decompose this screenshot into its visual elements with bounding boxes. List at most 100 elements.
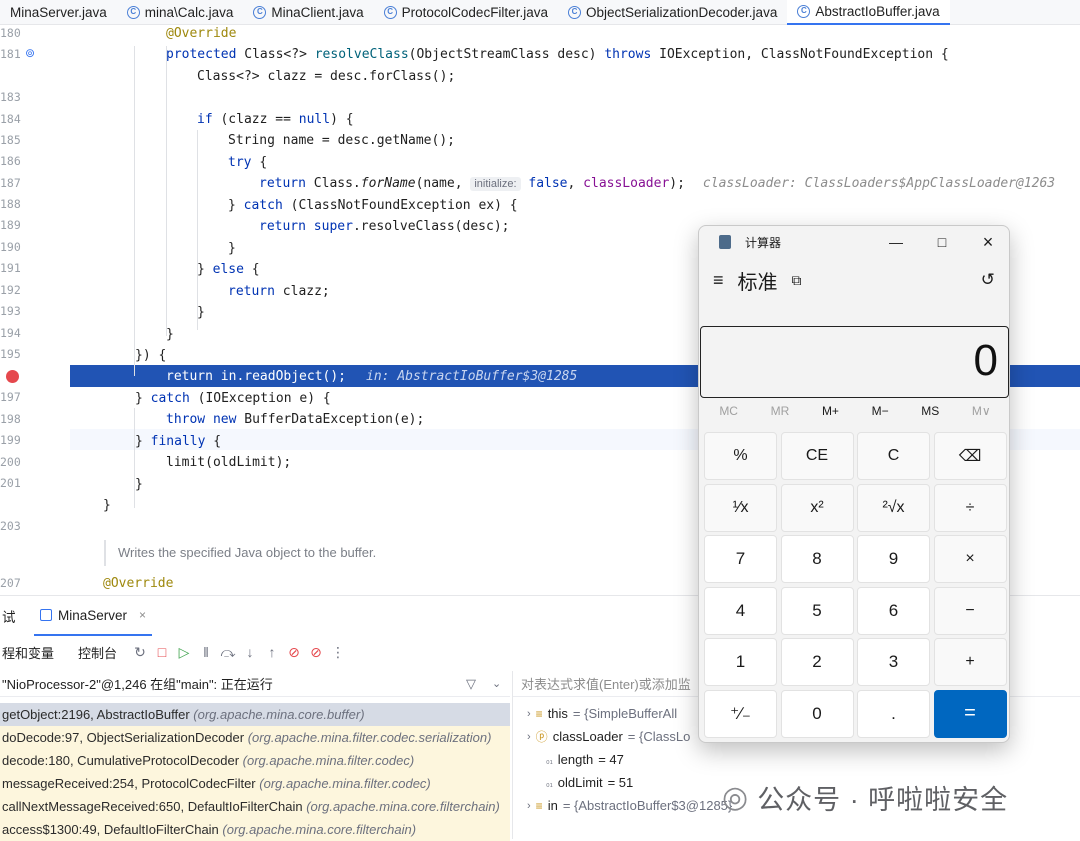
memory-subtract-button[interactable]: M− [872,404,889,426]
run-config-tab[interactable]: MinaServer × [34,596,153,636]
override-method-icon[interactable]: ⊚ [25,46,35,60]
stack-frame[interactable]: decode:180, CumulativeProtocolDecoder (o… [0,749,510,772]
filter-icon[interactable]: ▽ [466,676,492,692]
calc-key[interactable]: 4 [704,586,777,635]
mute-breakpoints-icon[interactable]: ⊘ [305,641,327,663]
keyword: super [313,219,353,234]
more-icon[interactable]: ⋮ [327,641,349,663]
chevron-right-icon[interactable]: › [527,800,531,812]
calc-key[interactable]: x² [780,483,854,532]
stack-frame[interactable]: messageReceived:254, ProtocolCodecFilter… [0,772,510,795]
variable-value: = 47 [598,752,624,767]
line-number: 190 [0,240,21,254]
calc-key[interactable]: − [933,586,1007,635]
memory-add-button[interactable]: M+ [822,404,839,426]
calc-key[interactable]: 8 [780,535,854,583]
calc-key[interactable]: 5 [780,586,854,635]
calc-key[interactable]: 1 [704,638,777,686]
tab-objectserializationdecoder[interactable]: C ObjectSerializationDecoder.java [558,0,787,25]
line-number: 192 [0,283,21,297]
calculator-titlebar[interactable]: 计算器 — □ × [699,226,1009,258]
keep-on-top-icon[interactable]: ⧉ [792,272,802,289]
stop-icon[interactable]: □ [151,641,173,663]
tab-label: ProtocolCodecFilter.java [401,5,548,20]
watermark: ◎ 公众号 · 呼啦啦安全 [722,778,1008,817]
close-icon[interactable]: × [139,608,146,622]
calc-key[interactable]: × [933,535,1007,583]
frame-method: decode:180, CumulativeProtocolDecoder [2,753,240,768]
menu-icon[interactable]: ≡ [713,270,724,291]
tab-abstractiobuffer[interactable]: C AbstractIoBuffer.java [787,0,950,25]
calc-key[interactable]: % [704,432,777,480]
keyword: null [298,112,331,127]
calc-key[interactable]: 3 [857,638,930,686]
code-token: return in.readObject(); [166,369,347,384]
calc-key[interactable]: 7 [704,535,777,583]
calc-key[interactable]: ⁺∕₋ [704,689,777,738]
pause-icon[interactable]: ‖ [195,641,217,663]
memory-recall-button[interactable]: MR [771,404,790,426]
annotation: @Override [103,576,174,591]
calc-key[interactable]: ²√x [857,483,930,532]
variable-value: = {ClassLo [627,729,691,744]
calc-key[interactable]: 9 [857,535,930,583]
step-out-icon[interactable]: ↑ [261,641,283,663]
memory-store-button[interactable]: MS [921,404,939,426]
step-over-icon[interactable]: ⤼ [217,641,239,663]
code-token: (IOException e) { [197,391,331,406]
calculator-app-icon [719,235,731,249]
calc-key[interactable]: . [857,689,930,738]
memory-list-button[interactable]: M∨ [972,404,991,426]
calc-key[interactable]: ÷ [933,483,1007,532]
keyword: throw new [166,412,245,427]
step-into-icon[interactable]: ↓ [239,641,261,663]
resume-icon[interactable]: ▷ [173,641,195,663]
calc-key[interactable]: = [933,689,1007,738]
calc-key[interactable]: 0 [780,689,854,738]
tab-minaclient[interactable]: C MinaClient.java [243,0,373,25]
thread-selector[interactable]: "NioProcessor-2"@1,246 在组"main": 正在运行 ▽ … [0,671,510,697]
inline-value-hint: in: AbstractIoBuffer$3@1285 [366,369,578,384]
tab-frames-variables[interactable]: 程和变量 [0,643,54,662]
keyword: else [212,262,252,277]
calc-key[interactable]: ⌫ [933,432,1007,480]
tab-console[interactable]: 控制台 [78,643,117,662]
rerun-icon[interactable]: ↻ [129,641,151,663]
calc-key[interactable]: 6 [857,586,930,635]
calc-key[interactable]: ¹⁄x [704,483,777,532]
calc-key[interactable]: C [857,432,930,480]
tab-calc[interactable]: Cmina\Calc.java [117,0,244,25]
keyword: return [259,176,314,191]
maximize-icon[interactable]: □ [919,226,965,258]
chevron-right-icon[interactable]: › [527,708,531,720]
calc-key[interactable]: 2 [780,638,854,686]
variable-row[interactable]: ₀₁ length = 47 [513,748,1080,771]
tab-minaserver[interactable]: MinaServer.java [0,0,117,25]
frame-package: (org.apache.mina.filter.codec) [242,753,415,768]
keyword: protected [166,47,245,62]
calc-key[interactable]: + [933,638,1007,686]
view-breakpoints-icon[interactable]: ⊘ [283,641,305,663]
stack-frame[interactable]: getObject:2196, AbstractIoBuffer (org.ap… [0,703,510,726]
code-token: ) { [330,112,354,127]
stack-variable-icon: ≡ [535,706,543,721]
minimize-icon[interactable]: — [873,226,919,258]
keyword: return [259,219,314,234]
memory-clear-button[interactable]: MC [719,404,738,426]
frame-package: (org.apache.mina.core.buffer) [193,707,365,722]
line-number: 181 [0,47,21,61]
close-icon[interactable]: × [965,226,1009,258]
history-icon[interactable]: ↺ [981,270,995,290]
class-icon: C [567,6,581,19]
stack-frame[interactable]: callNextMessageReceived:650, DefaultIoFi… [0,795,510,818]
code-line: protected Class<?> resolveClass(ObjectSt… [72,44,1080,65]
stack-frame[interactable]: doDecode:97, ObjectSerializationDecoder … [0,726,510,749]
run-config-label: MinaServer [58,607,128,623]
chevron-down-icon[interactable]: ⌄ [492,677,510,690]
line-gutter[interactable]: 180 181 ⊚ 183 184 185 186 187 188 189 19… [0,25,70,595]
tab-protocolcodecfilter[interactable]: C ProtocolCodecFilter.java [374,0,558,25]
code-token: BufferDataException(e); [244,412,425,427]
calc-key[interactable]: CE [780,432,854,480]
breakpoint-icon[interactable] [6,370,19,383]
chevron-right-icon[interactable]: › [527,731,531,743]
